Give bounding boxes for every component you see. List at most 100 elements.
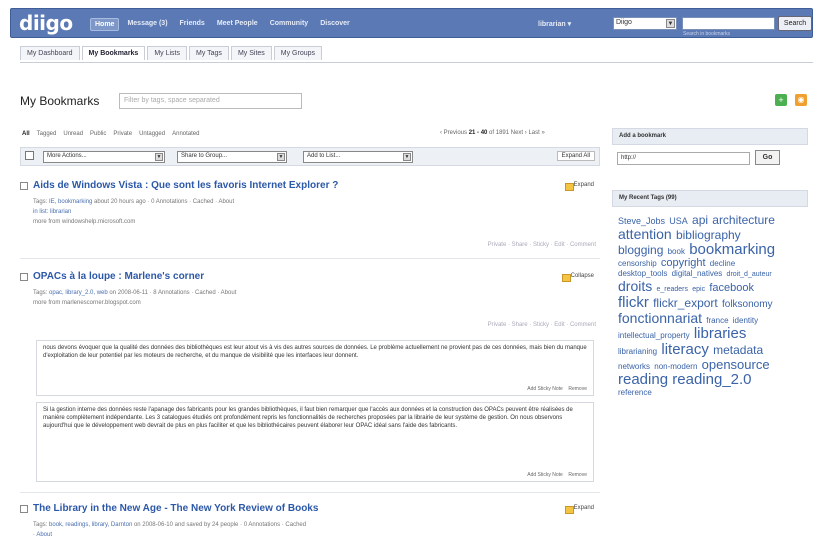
tag-cloud-item[interactable]: blogging — [618, 243, 663, 257]
tag-cloud-item[interactable]: networks — [618, 362, 650, 371]
tag-cloud-item[interactable]: bibliography — [676, 228, 741, 242]
add-icon[interactable]: + — [775, 94, 787, 106]
tag-cloud-item[interactable]: book — [668, 247, 685, 256]
bookmark-checkbox[interactable] — [20, 505, 28, 513]
bookmark-title[interactable]: The Library in the New Age - The New Yor… — [33, 503, 318, 514]
tag-cloud-item[interactable]: decline — [710, 259, 735, 268]
search-hint-link[interactable]: Search in bookmarks — [683, 31, 730, 37]
collapse-button[interactable]: Collapse — [561, 272, 596, 282]
user-menu[interactable]: librarian ▾ — [538, 20, 571, 28]
remove-highlight-link[interactable]: Remove — [568, 386, 587, 392]
tag-cloud-item[interactable]: api — [692, 213, 708, 227]
nav-discover[interactable]: Discover — [316, 18, 354, 31]
filter-all[interactable]: All — [22, 131, 30, 137]
nav-message[interactable]: Message (3) — [123, 18, 171, 31]
remove-highlight-link[interactable]: Remove — [568, 472, 587, 478]
filter-unread[interactable]: Unread — [63, 131, 83, 137]
tag-cloud-item[interactable]: facebook — [709, 282, 754, 294]
tag-cloud-item[interactable]: e_readers — [656, 286, 688, 293]
tag-cloud-item[interactable]: france — [706, 316, 728, 325]
annotation-highlight: Si la gestion interne des données reste … — [36, 402, 594, 482]
filter-tagged[interactable]: Tagged — [37, 131, 57, 137]
expand-button[interactable]: Expand — [564, 181, 596, 191]
pager-next[interactable]: Next › — [511, 130, 527, 136]
search-button[interactable]: Search — [778, 16, 812, 31]
tag-cloud-item[interactable]: reading_2.0 — [672, 371, 751, 388]
search-input[interactable] — [682, 17, 775, 30]
add-sticky-note-link[interactable]: Add Sticky Note — [527, 472, 563, 478]
filter-private[interactable]: Private — [113, 131, 132, 137]
subnav-bookmarks[interactable]: My Bookmarks — [81, 46, 146, 60]
bookmark-filters: All Tagged Unread Public Private Untagge… — [22, 131, 199, 137]
bookmark-list-link[interactable]: in list: librarian — [33, 209, 71, 215]
expand-button[interactable]: Expand — [564, 504, 596, 514]
nav-community[interactable]: Community — [266, 18, 313, 31]
filter-untagged[interactable]: Untagged — [139, 131, 165, 137]
tag-cloud-item[interactable]: desktop_tools — [618, 269, 667, 278]
bookmark-checkbox[interactable] — [20, 182, 28, 190]
bookmark-tags[interactable]: book, readings, library, Darnton — [49, 522, 132, 528]
bookmark-actions[interactable]: Private · Share · Sticky · Edit · Commen… — [488, 322, 596, 328]
tag-cloud-item[interactable]: intellectual_property — [618, 331, 690, 340]
tag-cloud-item[interactable]: USA — [669, 216, 688, 226]
more-actions-select[interactable]: More Actions... ▼ — [43, 151, 165, 163]
tag-cloud-item[interactable]: attention — [618, 226, 672, 242]
tag-cloud-item[interactable]: folksonomy — [722, 299, 773, 310]
add-to-list-select[interactable]: Add to List... ▼ — [303, 151, 413, 163]
tag-cloud-item[interactable]: metadata — [713, 343, 763, 357]
tag-cloud-item[interactable]: identity — [733, 316, 758, 325]
tag-cloud-item[interactable]: libraries — [694, 325, 747, 342]
bookmark-more-from[interactable]: more from windowshelp.microsoft.com — [33, 219, 135, 225]
subnav-sites[interactable]: My Sites — [230, 46, 272, 60]
bookmark-more-from[interactable]: more from marlenescorner.blogspot.com — [33, 300, 141, 306]
tag-cloud-item[interactable]: copyright — [661, 257, 706, 269]
select-all-checkbox[interactable] — [25, 151, 34, 160]
tag-cloud-item[interactable]: droit_d_auteur — [727, 271, 772, 278]
bookmark-title[interactable]: OPACs à la loupe : Marlene's corner — [33, 271, 204, 282]
tag-cloud-item[interactable]: opensource — [702, 357, 770, 372]
bookmark-actions[interactable]: Private · Share · Sticky · Edit · Commen… — [488, 242, 596, 248]
share-group-select[interactable]: Share to Group... ▼ — [177, 151, 287, 163]
add-sticky-note-link[interactable]: Add Sticky Note — [527, 386, 563, 392]
chevron-down-icon: ▼ — [277, 153, 285, 161]
tag-cloud-item[interactable]: epic — [692, 286, 705, 293]
tag-cloud-item[interactable]: flickr_export — [653, 296, 718, 310]
nav-home[interactable]: Home — [90, 18, 120, 31]
nav-meet-people[interactable]: Meet People — [213, 18, 262, 31]
tag-cloud-item[interactable]: literacy — [661, 341, 709, 358]
pager-last[interactable]: Last » — [528, 130, 544, 136]
tag-cloud-item[interactable]: non-modern — [654, 362, 697, 371]
subnav-groups[interactable]: My Groups — [273, 46, 323, 60]
tag-filter-input[interactable]: Filter by tags, space separated — [119, 93, 302, 109]
tag-cloud-item[interactable]: librarianing — [618, 347, 657, 356]
bookmark-title[interactable]: Aids de Windows Vista : Que sont les fav… — [33, 180, 338, 191]
tag-cloud-item[interactable]: droits — [618, 278, 652, 294]
subnav-dashboard[interactable]: My Dashboard — [20, 46, 80, 60]
bookmark-checkbox[interactable] — [20, 273, 28, 281]
filter-public[interactable]: Public — [90, 131, 106, 137]
subnav-lists[interactable]: My Lists — [147, 46, 187, 60]
tag-cloud-item[interactable]: reference — [618, 388, 652, 397]
tag-cloud-item[interactable]: architecture — [712, 213, 775, 227]
go-button[interactable]: Go — [755, 150, 780, 165]
nav-friends[interactable]: Friends — [176, 18, 209, 31]
tag-cloud-item[interactable]: flickr — [618, 294, 649, 311]
filter-annotated[interactable]: Annotated — [172, 131, 199, 137]
subnav-tags[interactable]: My Tags — [189, 46, 229, 60]
bookmark-url-input[interactable]: http:// — [617, 152, 750, 165]
tag-cloud-item[interactable]: bookmarking — [689, 241, 775, 258]
tag-cloud-item[interactable]: reading — [618, 371, 668, 388]
bookmark-tags[interactable]: IE, bookmarking — [49, 199, 92, 205]
tag-cloud-item[interactable]: fonctionnariat — [618, 310, 702, 326]
expand-all-button[interactable]: Expand All — [556, 151, 595, 161]
diigo-logo[interactable]: diigo — [19, 11, 73, 35]
pager-previous[interactable]: ‹ Previous — [440, 130, 467, 136]
search-scope-select[interactable]: Diigo ▼ — [613, 17, 677, 30]
tag-cloud-item[interactable]: digital_natives — [672, 269, 723, 278]
rss-feed-icon[interactable]: ◉ — [795, 94, 807, 106]
bookmark-tags[interactable]: opac, library_2.0, web — [49, 290, 108, 296]
search-scope-value: Diigo — [616, 19, 632, 26]
bookmark-about-link[interactable]: · About — [33, 532, 52, 538]
tag-cloud-item[interactable]: Steve_Jobs — [618, 216, 665, 226]
tag-cloud-item[interactable]: censorship — [618, 259, 657, 268]
